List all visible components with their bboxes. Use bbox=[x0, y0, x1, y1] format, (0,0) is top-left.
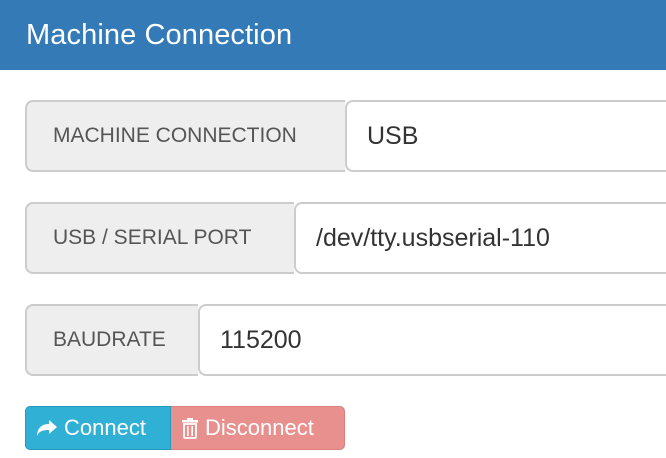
baudrate-group: BAUDRATE 115200 bbox=[25, 304, 666, 376]
machine-connection-select[interactable]: USB bbox=[345, 100, 666, 172]
serial-port-select[interactable]: /dev/tty.usbserial-110 bbox=[294, 202, 666, 274]
panel-title: Machine Connection bbox=[26, 18, 293, 51]
share-arrow-icon bbox=[36, 419, 58, 437]
disconnect-button[interactable]: Disconnect bbox=[171, 406, 345, 450]
serial-port-group: USB / SERIAL PORT /dev/tty.usbserial-110 bbox=[25, 202, 666, 274]
panel-header: Machine Connection bbox=[0, 0, 666, 70]
connection-buttons: Connect Disconnect bbox=[25, 406, 345, 450]
machine-connection-group: MACHINE CONNECTION USB bbox=[25, 100, 666, 172]
machine-connection-panel: Machine Connection MACHINE CONNECTION US… bbox=[0, 0, 666, 458]
serial-port-label: USB / SERIAL PORT bbox=[25, 202, 294, 274]
baudrate-label: BAUDRATE bbox=[25, 304, 198, 376]
trash-icon bbox=[181, 417, 199, 439]
machine-connection-label: MACHINE CONNECTION bbox=[25, 100, 345, 172]
connect-button[interactable]: Connect bbox=[25, 406, 171, 450]
disconnect-button-label: Disconnect bbox=[205, 415, 314, 440]
baudrate-select[interactable]: 115200 bbox=[198, 304, 666, 376]
connect-button-label: Connect bbox=[64, 415, 146, 440]
